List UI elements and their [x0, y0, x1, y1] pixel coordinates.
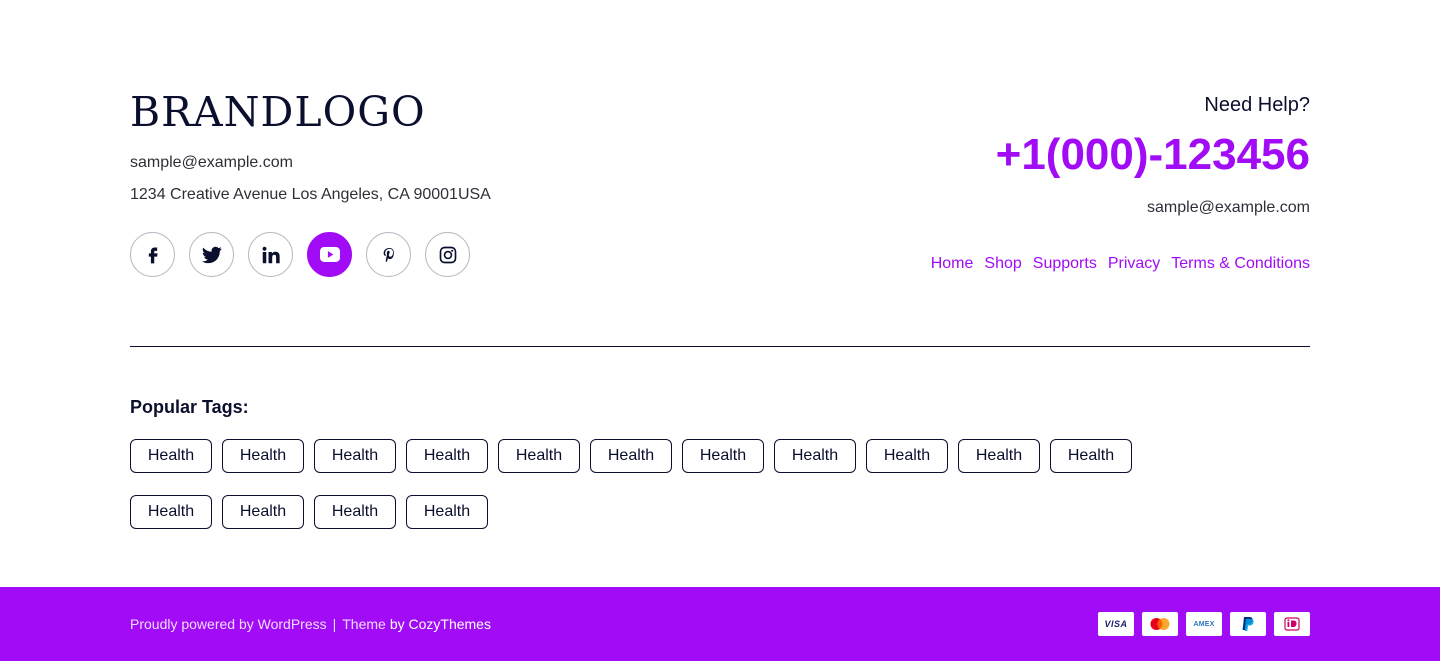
paypal-icon — [1242, 617, 1254, 631]
social-youtube-button[interactable] — [307, 232, 352, 277]
tag-item[interactable]: Health — [682, 439, 764, 473]
instagram-icon — [439, 246, 456, 263]
tag-item[interactable]: Health — [314, 439, 396, 473]
popular-tags-list: Health Health Health Health Health Healt… — [130, 439, 1310, 529]
credits-separator: | — [332, 616, 337, 632]
help-title: Need Help? — [1204, 94, 1310, 116]
footer-nav: Home Shop Supports Privacy Terms & Condi… — [931, 253, 1310, 275]
mastercard-icon — [1150, 618, 1170, 630]
nav-link-supports[interactable]: Supports — [1033, 253, 1097, 275]
tag-item[interactable]: Health — [406, 439, 488, 473]
tag-item[interactable]: Health — [590, 439, 672, 473]
help-email[interactable]: sample@example.com — [1147, 197, 1310, 219]
tag-item[interactable]: Health — [774, 439, 856, 473]
social-twitter-button[interactable] — [189, 232, 234, 277]
brand-logo[interactable]: BRANDLOGO — [130, 88, 426, 136]
tag-item[interactable]: Health — [866, 439, 948, 473]
powered-by-link[interactable]: Proudly powered by WordPress — [130, 616, 327, 632]
tag-item[interactable]: Health — [958, 439, 1040, 473]
amex-icon: AMEX — [1193, 620, 1215, 628]
paypal-card — [1230, 612, 1266, 636]
social-links — [130, 232, 470, 277]
bottom-bar: Proudly powered by WordPress | Theme by … — [0, 587, 1440, 661]
twitter-icon — [201, 246, 222, 263]
linkedin-icon — [262, 246, 280, 263]
social-instagram-button[interactable] — [425, 232, 470, 277]
credits: Proudly powered by WordPress | Theme by … — [130, 587, 491, 661]
mastercard-card — [1142, 612, 1178, 636]
ideal-icon — [1284, 617, 1300, 631]
nav-link-home[interactable]: Home — [931, 253, 974, 275]
tag-item[interactable]: Health — [222, 439, 304, 473]
social-pinterest-button[interactable] — [366, 232, 411, 277]
contact-email[interactable]: sample@example.com — [130, 152, 293, 174]
tag-item[interactable]: Health — [406, 495, 488, 529]
theme-author-link[interactable]: by CozyThemes — [390, 616, 491, 632]
nav-link-terms[interactable]: Terms & Conditions — [1171, 253, 1310, 275]
footer-main: BRANDLOGO sample@example.com 1234 Creati… — [130, 0, 1310, 587]
help-phone[interactable]: +1(000)-123456 — [996, 128, 1310, 182]
footer-divider — [130, 346, 1310, 347]
social-facebook-button[interactable] — [130, 232, 175, 277]
tag-item[interactable]: Health — [314, 495, 396, 529]
tag-item[interactable]: Health — [130, 439, 212, 473]
facebook-icon — [148, 247, 158, 263]
social-linkedin-button[interactable] — [248, 232, 293, 277]
help-block: Need Help? — [1204, 92, 1310, 118]
amex-card: AMEX — [1186, 612, 1222, 636]
visa-card: VISA — [1098, 612, 1134, 636]
nav-link-shop[interactable]: Shop — [984, 253, 1021, 275]
theme-prefix: Theme — [342, 616, 386, 632]
tag-item[interactable]: Health — [222, 495, 304, 529]
contact-address: 1234 Creative Avenue Los Angeles, CA 900… — [130, 186, 491, 203]
pinterest-icon — [383, 247, 394, 262]
tag-item[interactable]: Health — [498, 439, 580, 473]
visa-icon: VISA — [1104, 619, 1128, 629]
payment-methods: VISA AMEX — [1098, 612, 1310, 636]
popular-tags-title: Popular Tags: — [130, 397, 249, 417]
nav-link-privacy[interactable]: Privacy — [1108, 253, 1160, 275]
tag-item[interactable]: Health — [130, 495, 212, 529]
tag-item[interactable]: Health — [1050, 439, 1132, 473]
youtube-icon — [319, 247, 340, 262]
ideal-card — [1274, 612, 1310, 636]
